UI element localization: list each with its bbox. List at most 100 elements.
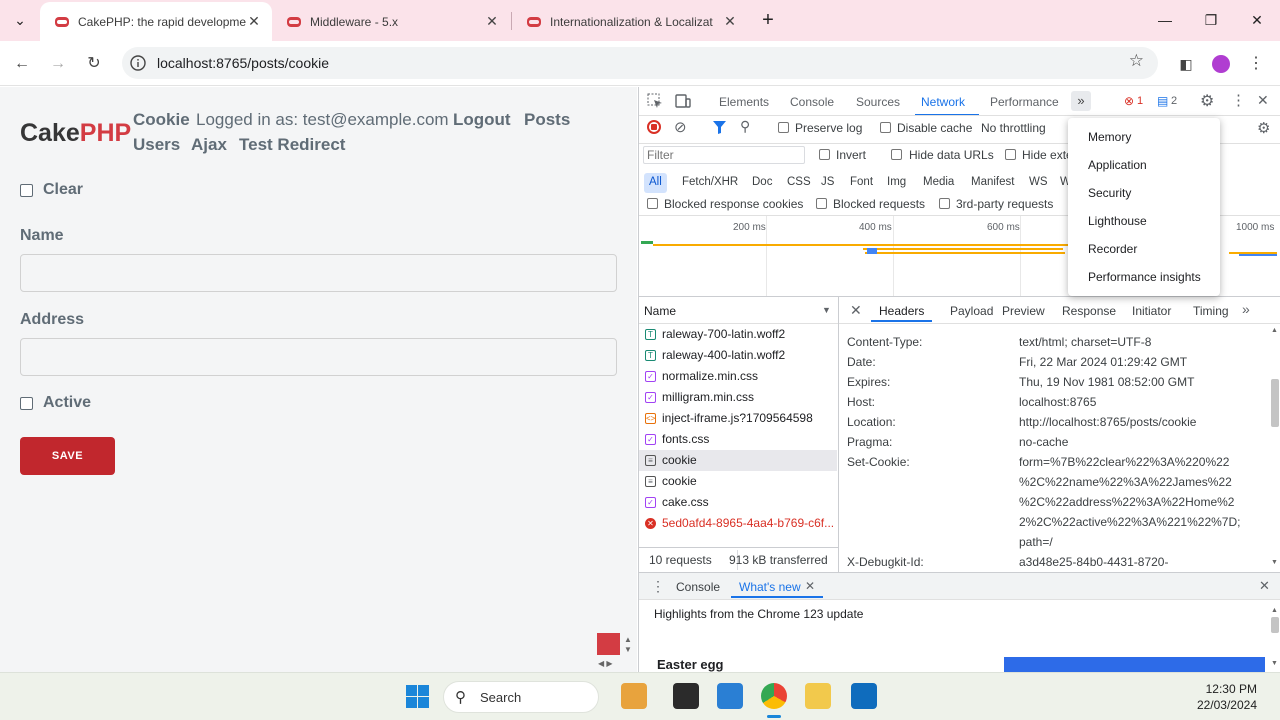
request-row[interactable]: <> inject-iframe.js?1709564598 <box>639 408 837 429</box>
menu-item-memory[interactable]: Memory <box>1088 130 1131 144</box>
menu-item-performance-insights[interactable]: Performance insights <box>1088 270 1201 284</box>
filter-css[interactable]: CSS <box>782 173 816 193</box>
address-input[interactable] <box>20 338 617 376</box>
scroll-down-icon[interactable]: ▼ <box>1271 559 1278 566</box>
close-details-icon[interactable]: ✕ <box>850 302 862 319</box>
menu-item-recorder[interactable]: Recorder <box>1088 242 1137 256</box>
detail-tab-response[interactable]: Response <box>1062 304 1116 318</box>
vscode-icon[interactable] <box>717 683 743 709</box>
browser-menu-icon[interactable]: ⋮ <box>1243 51 1269 77</box>
close-tab-icon[interactable]: ✕ <box>246 13 262 30</box>
page-hscroll-arrows-icon[interactable]: ◀ ▶ <box>598 659 613 668</box>
blocked-requests-checkbox[interactable] <box>816 198 827 209</box>
invert-checkbox[interactable] <box>819 149 830 160</box>
close-tab-icon[interactable]: ✕ <box>484 13 500 30</box>
throttling-select[interactable]: No throttling <box>981 121 1046 135</box>
drawer-scrollbar[interactable] <box>1271 617 1279 633</box>
name-column-header[interactable]: Name <box>644 304 676 318</box>
close-devtools-icon[interactable]: ✕ <box>1257 92 1269 109</box>
profile-avatar[interactable] <box>1208 51 1234 77</box>
taskbar-date[interactable]: 22/03/2024 <box>1180 698 1257 712</box>
side-panel-icon[interactable]: ◧ <box>1173 51 1199 77</box>
forward-icon[interactable]: → <box>45 51 71 77</box>
detail-tab-preview[interactable]: Preview <box>1002 304 1045 318</box>
request-row[interactable]: ✓ fonts.css <box>639 429 837 450</box>
new-tab-icon[interactable]: + <box>756 8 780 32</box>
request-row-error[interactable]: ✕ 5ed0afd4-8965-4aa4-b769-c6f... <box>639 513 837 534</box>
nav-users[interactable]: Users <box>133 135 180 155</box>
tab-cakephp[interactable]: CakePHP: the rapid developme ✕ <box>40 2 272 41</box>
minimize-icon[interactable]: — <box>1153 8 1177 32</box>
close-drawer-tab-icon[interactable]: ✕ <box>805 579 815 593</box>
scroll-up-icon[interactable]: ▲ <box>1271 327 1278 334</box>
chrome-icon[interactable] <box>761 683 787 709</box>
devtools-tab-sources[interactable]: Sources <box>856 95 900 109</box>
filter-all[interactable]: All <box>644 173 667 193</box>
detail-tab-payload[interactable]: Payload <box>950 304 993 318</box>
menu-item-application[interactable]: Application <box>1088 158 1147 172</box>
search-icon[interactable]: ⚲ <box>740 118 750 135</box>
menu-item-lighthouse[interactable]: Lighthouse <box>1088 214 1147 228</box>
detail-tab-headers[interactable]: Headers <box>879 304 924 318</box>
devtools-menu-icon[interactable]: ⋮ <box>1231 91 1246 109</box>
filter-ws[interactable]: WS <box>1024 173 1053 193</box>
more-detail-tabs-chevron-icon[interactable]: » <box>1242 301 1250 317</box>
drawer-menu-icon[interactable]: ⋮ <box>651 578 665 595</box>
tab-middleware[interactable]: Middleware - 5.x ✕ <box>272 2 510 41</box>
detail-tab-initiator[interactable]: Initiator <box>1132 304 1171 318</box>
request-row[interactable]: Traleway-400-latin.woff2 <box>639 345 837 366</box>
scroll-down-icon[interactable]: ▼ <box>1271 660 1278 667</box>
close-tab-icon[interactable]: ✕ <box>722 13 738 30</box>
filter-font[interactable]: Font <box>845 173 878 193</box>
third-party-checkbox[interactable] <box>939 198 950 209</box>
filter-fetch-xhr[interactable]: Fetch/XHR <box>677 173 743 193</box>
devtools-tab-performance[interactable]: Performance <box>990 95 1059 109</box>
close-drawer-icon[interactable]: ✕ <box>1259 578 1270 594</box>
tab-search-icon[interactable]: ⌄ <box>8 8 32 32</box>
request-row-selected[interactable]: ≡ cookie <box>639 450 837 471</box>
nav-ajax[interactable]: Ajax <box>191 135 227 155</box>
filter-input[interactable] <box>643 146 805 164</box>
filter-js[interactable]: JS <box>816 173 839 193</box>
headers-scrollbar[interactable] <box>1271 379 1279 427</box>
sort-triangle-icon[interactable]: ▼ <box>822 305 831 315</box>
filter-funnel-icon[interactable] <box>713 121 726 134</box>
nav-posts[interactable]: Posts <box>524 110 570 130</box>
more-tabs-chevron-icon[interactable]: » <box>1071 91 1091 111</box>
error-count[interactable]: 1 <box>1137 95 1143 107</box>
windows-start-icon[interactable] <box>406 685 429 708</box>
brand-logo[interactable]: CakePHP <box>20 119 131 148</box>
save-button[interactable]: SAVE <box>20 437 115 475</box>
drawer-tab-whats-new[interactable]: What's new <box>739 580 801 594</box>
taskbar-time[interactable]: 12:30 PM <box>1180 682 1257 696</box>
request-row[interactable]: ✓ cake.css <box>639 492 837 513</box>
message-icon[interactable]: ▤ <box>1157 94 1168 108</box>
preserve-log-checkbox[interactable] <box>778 122 789 133</box>
outlook-icon[interactable] <box>851 683 877 709</box>
hide-data-urls-checkbox[interactable] <box>891 149 902 160</box>
message-count[interactable]: 2 <box>1171 95 1177 107</box>
devtools-tab-network[interactable]: Network <box>921 95 965 109</box>
page-scroll-arrows-icon[interactable]: ▲ ▼ <box>624 635 632 655</box>
filter-img[interactable]: Img <box>882 173 911 193</box>
nav-cookie[interactable]: Cookie <box>133 110 190 130</box>
request-row[interactable]: Traleway-700-latin.woff2 <box>639 324 837 345</box>
devtools-tab-elements[interactable]: Elements <box>719 95 769 109</box>
menu-item-security[interactable]: Security <box>1088 186 1131 200</box>
request-row[interactable]: ≡ cookie <box>639 471 837 492</box>
reload-icon[interactable]: ↻ <box>81 51 107 77</box>
record-stop-icon[interactable] <box>647 120 661 134</box>
nav-test-redirect[interactable]: Test Redirect <box>239 135 345 155</box>
bookmark-star-icon[interactable]: ☆ <box>1129 51 1144 71</box>
disable-cache-checkbox[interactable] <box>880 122 891 133</box>
hide-extension-checkbox[interactable] <box>1005 149 1016 160</box>
nav-logout[interactable]: Logout <box>453 110 511 130</box>
site-info-icon[interactable] <box>130 55 146 71</box>
close-window-icon[interactable]: ✕ <box>1245 8 1269 32</box>
restore-icon[interactable]: ❐ <box>1199 8 1223 32</box>
error-icon[interactable]: ⊗ <box>1124 94 1134 108</box>
address-bar[interactable]: localhost:8765/posts/cookie ☆ <box>122 47 1158 79</box>
scroll-up-icon[interactable]: ▲ <box>1271 607 1278 614</box>
taskbar-search-box[interactable]: ⚲ Search <box>443 681 599 713</box>
name-input[interactable] <box>20 254 617 292</box>
